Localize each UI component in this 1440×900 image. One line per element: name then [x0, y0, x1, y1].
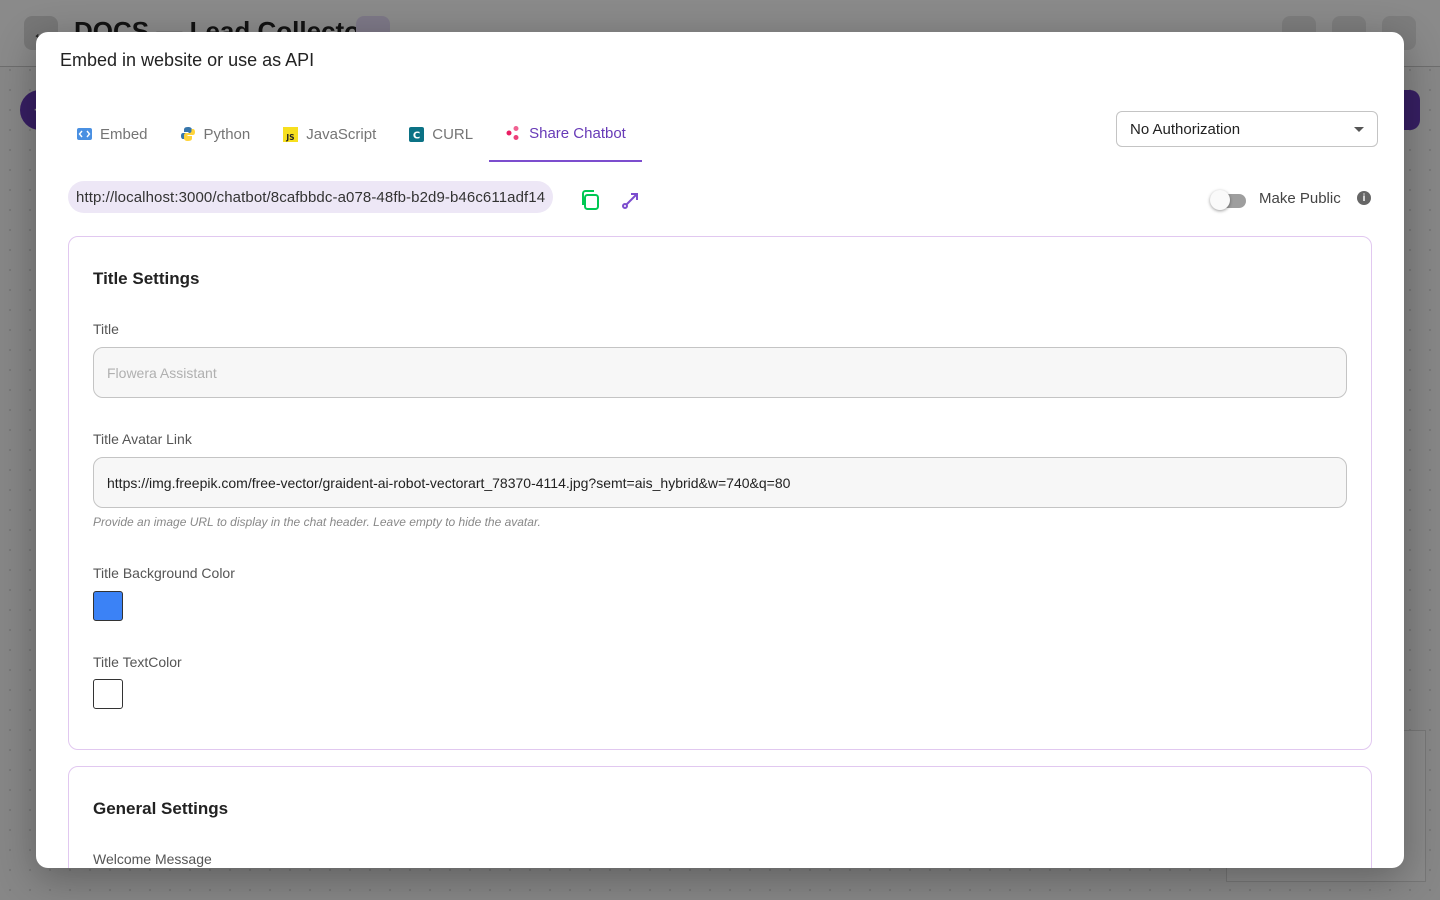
make-public-toggle[interactable] [1210, 190, 1248, 210]
text-color-swatch[interactable] [93, 679, 123, 709]
tab-python[interactable]: Python [164, 106, 267, 162]
authorization-select[interactable]: No Authorization [1116, 111, 1378, 147]
info-icon[interactable]: i [1357, 191, 1371, 205]
open-link-button[interactable] [619, 188, 643, 212]
caret-down-icon [1354, 126, 1364, 132]
bg-color-swatch[interactable] [93, 591, 123, 621]
code-icon [76, 126, 92, 142]
tab-label: Embed [100, 125, 148, 143]
toggle-thumb [1210, 190, 1230, 210]
tab-embed[interactable]: Embed [60, 106, 164, 162]
tab-curl[interactable]: C CURL [392, 106, 489, 162]
text-color-label: Title TextColor [93, 654, 182, 670]
title-settings-card: Title Settings Title Flowera Assistant T… [68, 236, 1372, 750]
share-icon [505, 125, 521, 141]
authorization-value: No Authorization [1130, 120, 1241, 138]
dialog-title: Embed in website or use as API [60, 50, 315, 70]
general-settings-card: General Settings Welcome Message [68, 766, 1372, 868]
tab-label: CURL [432, 125, 474, 143]
share-url-chip[interactable]: http://localhost:3000/chatbot/8cafbbdc-a… [68, 181, 554, 213]
copy-button[interactable] [578, 188, 602, 212]
share-url: http://localhost:3000/chatbot/8cafbbdc-a… [76, 188, 546, 206]
title-placeholder: Flowera Assistant [107, 364, 217, 381]
general-settings-heading: General Settings [93, 799, 229, 818]
bg-color-label: Title Background Color [93, 565, 235, 581]
make-public-label: Make Public [1259, 190, 1341, 207]
avatar-link-value: https://img.freepik.com/free-vector/grai… [107, 474, 791, 491]
external-link-icon [622, 193, 638, 209]
copy-icon [582, 190, 599, 210]
tab-bar: Embed Python JS JavaScript C CURL Share … [60, 106, 642, 162]
svg-text:JS: JS [285, 133, 294, 142]
welcome-message-label: Welcome Message [93, 851, 212, 867]
avatar-helper-text: Provide an image URL to display in the c… [93, 515, 541, 529]
avatar-link-label: Title Avatar Link [93, 431, 192, 447]
avatar-link-input[interactable]: https://img.freepik.com/free-vector/grai… [93, 457, 1347, 508]
tab-javascript[interactable]: JS JavaScript [266, 106, 392, 162]
title-settings-heading: Title Settings [93, 269, 200, 288]
tab-share-chatbot[interactable]: Share Chatbot [489, 106, 642, 162]
curl-icon: C [408, 126, 424, 142]
tab-label: Share Chatbot [529, 124, 626, 142]
tab-label: Python [203, 125, 251, 143]
python-icon [180, 126, 196, 142]
title-label: Title [93, 321, 119, 337]
title-input[interactable]: Flowera Assistant [93, 347, 1347, 398]
javascript-icon: JS [282, 126, 298, 142]
tab-label: JavaScript [306, 125, 377, 143]
embed-dialog: Embed in website or use as API Embed Pyt… [36, 32, 1404, 868]
svg-text:C: C [413, 130, 420, 141]
